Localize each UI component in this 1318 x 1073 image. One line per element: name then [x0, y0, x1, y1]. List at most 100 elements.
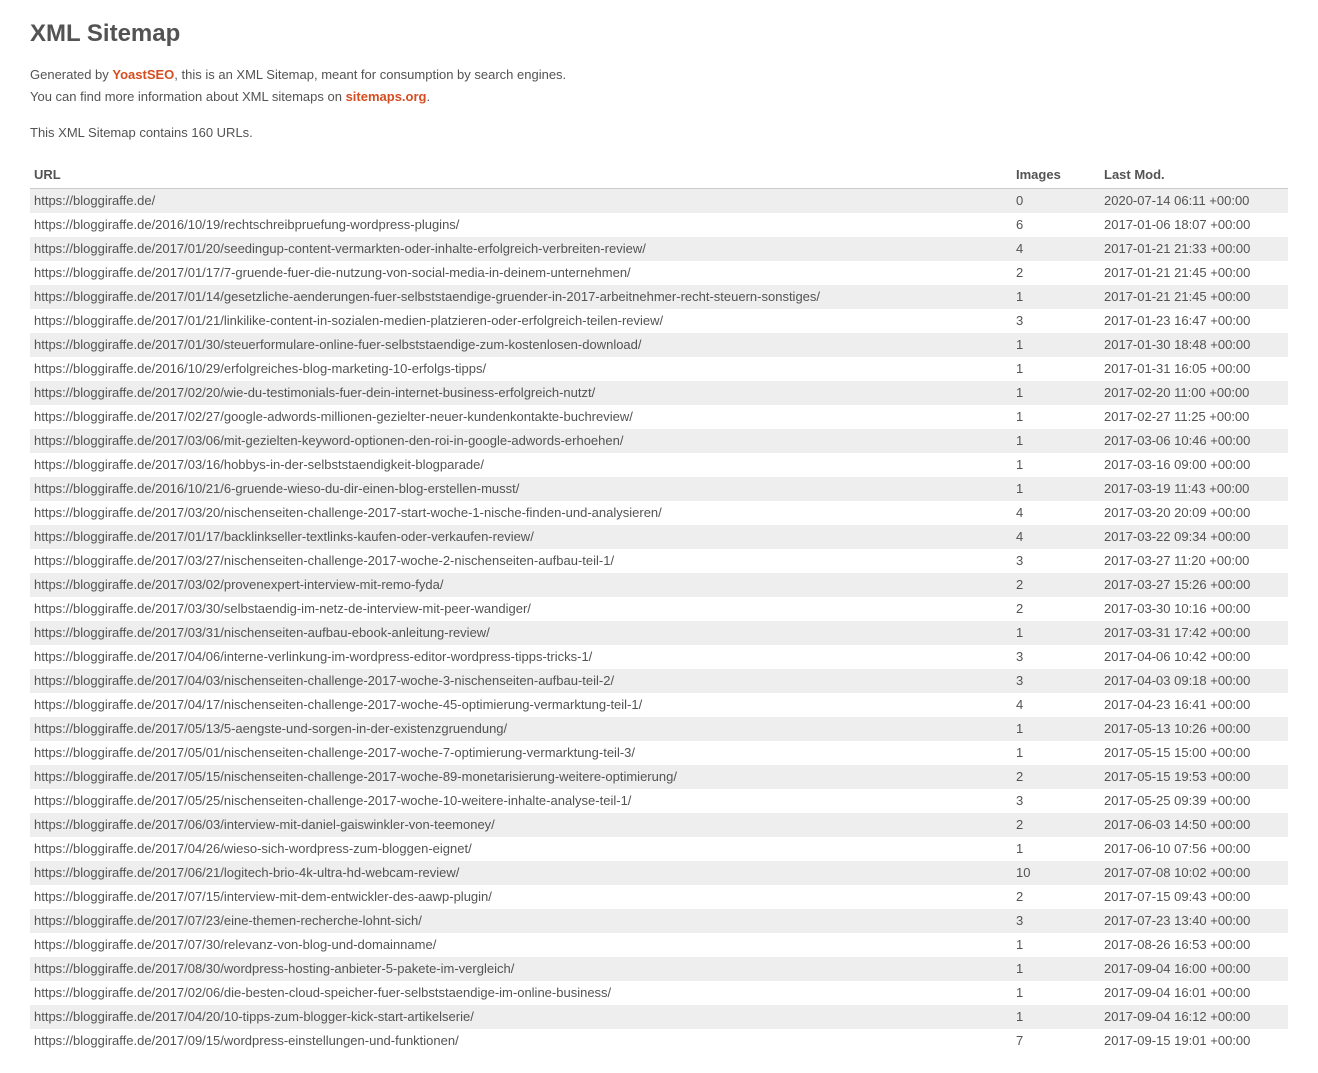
lastmod-cell: 2017-03-30 10:16 +00:00 — [1100, 597, 1288, 621]
sitemap-url-link[interactable]: https://bloggiraffe.de/2017/01/21/linkil… — [34, 313, 663, 328]
sitemap-url-link[interactable]: https://bloggiraffe.de/2017/01/30/steuer… — [34, 337, 642, 352]
sitemap-url-link[interactable]: https://bloggiraffe.de/2017/02/06/die-be… — [34, 985, 611, 1000]
images-cell: 4 — [1012, 501, 1100, 525]
table-row: https://bloggiraffe.de/2017/03/20/nische… — [30, 501, 1288, 525]
table-row: https://bloggiraffe.de/2017/06/03/interv… — [30, 813, 1288, 837]
images-cell: 3 — [1012, 309, 1100, 333]
images-cell: 3 — [1012, 645, 1100, 669]
sitemap-url-link[interactable]: https://bloggiraffe.de/2017/02/20/wie-du… — [34, 385, 595, 400]
table-row: https://bloggiraffe.de/2017/04/06/intern… — [30, 645, 1288, 669]
sitemap-url-link[interactable]: https://bloggiraffe.de/2017/03/30/selbst… — [34, 601, 531, 616]
images-cell: 1 — [1012, 381, 1100, 405]
table-row: https://bloggiraffe.de/2017/04/03/nische… — [30, 669, 1288, 693]
images-cell: 1 — [1012, 453, 1100, 477]
table-row: https://bloggiraffe.de/2017/07/15/interv… — [30, 885, 1288, 909]
images-cell: 4 — [1012, 525, 1100, 549]
sitemap-url-link[interactable]: https://bloggiraffe.de/2017/07/30/releva… — [34, 937, 436, 952]
yoast-link[interactable]: YoastSEO — [112, 67, 174, 82]
images-cell: 6 — [1012, 213, 1100, 237]
sitemap-url-link[interactable]: https://bloggiraffe.de/2017/04/06/intern… — [34, 649, 592, 664]
lastmod-cell: 2017-07-15 09:43 +00:00 — [1100, 885, 1288, 909]
sitemap-url-link[interactable]: https://bloggiraffe.de/2017/08/30/wordpr… — [34, 961, 514, 976]
sitemap-url-link[interactable]: https://bloggiraffe.de/2017/03/31/nische… — [34, 625, 490, 640]
sitemap-url-link[interactable]: https://bloggiraffe.de/2017/01/20/seedin… — [34, 241, 646, 256]
sitemap-url-link[interactable]: https://bloggiraffe.de/2017/04/26/wieso-… — [34, 841, 472, 856]
images-cell: 2 — [1012, 765, 1100, 789]
sitemap-url-link[interactable]: https://bloggiraffe.de/2017/03/27/nische… — [34, 553, 614, 568]
table-row: https://bloggiraffe.de/2017/01/14/gesetz… — [30, 285, 1288, 309]
images-cell: 2 — [1012, 261, 1100, 285]
sitemap-url-link[interactable]: https://bloggiraffe.de/2016/10/21/6-grue… — [34, 481, 519, 496]
table-row: https://bloggiraffe.de/2017/03/16/hobbys… — [30, 453, 1288, 477]
lastmod-cell: 2017-02-20 11:00 +00:00 — [1100, 381, 1288, 405]
lastmod-cell: 2017-01-31 16:05 +00:00 — [1100, 357, 1288, 381]
table-row: https://bloggiraffe.de/2016/10/21/6-grue… — [30, 477, 1288, 501]
lastmod-cell: 2017-07-08 10:02 +00:00 — [1100, 861, 1288, 885]
lastmod-cell: 2017-06-03 14:50 +00:00 — [1100, 813, 1288, 837]
table-row: https://bloggiraffe.de/2017/02/06/die-be… — [30, 981, 1288, 1005]
sitemap-url-link[interactable]: https://bloggiraffe.de/2017/07/15/interv… — [34, 889, 492, 904]
lastmod-cell: 2017-06-10 07:56 +00:00 — [1100, 837, 1288, 861]
lastmod-cell: 2017-03-31 17:42 +00:00 — [1100, 621, 1288, 645]
lastmod-cell: 2017-09-15 19:01 +00:00 — [1100, 1029, 1288, 1053]
table-row: https://bloggiraffe.de/02020-07-14 06:11… — [30, 188, 1288, 213]
sitemap-url-link[interactable]: https://bloggiraffe.de/2017/05/13/5-aeng… — [34, 721, 507, 736]
page-title: XML Sitemap — [30, 20, 1288, 48]
sitemaps-org-link[interactable]: sitemaps.org — [346, 89, 427, 104]
images-cell: 4 — [1012, 237, 1100, 261]
images-cell: 3 — [1012, 549, 1100, 573]
sitemap-url-link[interactable]: https://bloggiraffe.de/2017/01/17/backli… — [34, 529, 534, 544]
sitemap-url-link[interactable]: https://bloggiraffe.de/2016/10/19/rechts… — [34, 217, 459, 232]
table-row: https://bloggiraffe.de/2017/05/25/nische… — [30, 789, 1288, 813]
sitemap-url-link[interactable]: https://bloggiraffe.de/2017/01/14/gesetz… — [34, 289, 820, 304]
sitemap-url-link[interactable]: https://bloggiraffe.de/2017/05/01/nische… — [34, 745, 635, 760]
intro-line-1: Generated by YoastSEO, this is an XML Si… — [30, 66, 1288, 84]
sitemap-url-link[interactable]: https://bloggiraffe.de/2017/09/15/wordpr… — [34, 1033, 459, 1048]
sitemap-url-link[interactable]: https://bloggiraffe.de/2017/04/17/nische… — [34, 697, 642, 712]
table-row: https://bloggiraffe.de/2017/02/27/google… — [30, 405, 1288, 429]
sitemap-url-link[interactable]: https://bloggiraffe.de/2017/03/02/proven… — [34, 577, 443, 592]
sitemap-url-link[interactable]: https://bloggiraffe.de/2017/03/06/mit-ge… — [34, 433, 623, 448]
sitemap-url-link[interactable]: https://bloggiraffe.de/2017/06/03/interv… — [34, 817, 495, 832]
lastmod-cell: 2017-01-23 16:47 +00:00 — [1100, 309, 1288, 333]
lastmod-cell: 2017-07-23 13:40 +00:00 — [1100, 909, 1288, 933]
images-cell: 10 — [1012, 861, 1100, 885]
sitemap-url-link[interactable]: https://bloggiraffe.de/2017/06/21/logite… — [34, 865, 459, 880]
table-row: https://bloggiraffe.de/2017/05/01/nische… — [30, 741, 1288, 765]
images-cell: 1 — [1012, 285, 1100, 309]
lastmod-cell: 2017-04-23 16:41 +00:00 — [1100, 693, 1288, 717]
table-row: https://bloggiraffe.de/2017/04/20/10-tip… — [30, 1005, 1288, 1029]
table-row: https://bloggiraffe.de/2017/07/23/eine-t… — [30, 909, 1288, 933]
table-row: https://bloggiraffe.de/2016/10/19/rechts… — [30, 213, 1288, 237]
intro-line1-rest: , this is an XML Sitemap, meant for cons… — [174, 67, 566, 82]
images-cell: 1 — [1012, 1005, 1100, 1029]
images-cell: 3 — [1012, 669, 1100, 693]
sitemap-url-link[interactable]: https://bloggiraffe.de/2017/04/20/10-tip… — [34, 1009, 474, 1024]
intro-line-2: You can find more information about XML … — [30, 88, 1288, 106]
sitemap-url-link[interactable]: https://bloggiraffe.de/2017/07/23/eine-t… — [34, 913, 422, 928]
sitemap-table: URL Images Last Mod. https://bloggiraffe… — [30, 161, 1288, 1053]
sitemap-url-link[interactable]: https://bloggiraffe.de/2017/04/03/nische… — [34, 673, 614, 688]
lastmod-cell: 2017-09-04 16:00 +00:00 — [1100, 957, 1288, 981]
sitemap-url-link[interactable]: https://bloggiraffe.de/2017/02/27/google… — [34, 409, 633, 424]
images-cell: 1 — [1012, 957, 1100, 981]
sitemap-url-link[interactable]: https://bloggiraffe.de/2017/05/25/nische… — [34, 793, 631, 808]
sitemap-url-link[interactable]: https://bloggiraffe.de/2017/03/20/nische… — [34, 505, 662, 520]
images-cell: 1 — [1012, 981, 1100, 1005]
lastmod-cell: 2017-04-06 10:42 +00:00 — [1100, 645, 1288, 669]
intro-prefix: Generated by — [30, 67, 112, 82]
lastmod-cell: 2017-05-13 10:26 +00:00 — [1100, 717, 1288, 741]
lastmod-cell: 2017-03-16 09:00 +00:00 — [1100, 453, 1288, 477]
lastmod-cell: 2017-09-04 16:12 +00:00 — [1100, 1005, 1288, 1029]
sitemap-url-link[interactable]: https://bloggiraffe.de/2017/05/15/nische… — [34, 769, 677, 784]
sitemap-url-link[interactable]: https://bloggiraffe.de/2016/10/29/erfolg… — [34, 361, 486, 376]
sitemap-url-link[interactable]: https://bloggiraffe.de/2017/03/16/hobbys… — [34, 457, 484, 472]
lastmod-cell: 2017-09-04 16:01 +00:00 — [1100, 981, 1288, 1005]
sitemap-url-link[interactable]: https://bloggiraffe.de/ — [34, 193, 155, 208]
sitemap-url-link[interactable]: https://bloggiraffe.de/2017/01/17/7-grue… — [34, 265, 631, 280]
table-row: https://bloggiraffe.de/2017/05/13/5-aeng… — [30, 717, 1288, 741]
images-cell: 1 — [1012, 477, 1100, 501]
table-row: https://bloggiraffe.de/2017/01/17/7-grue… — [30, 261, 1288, 285]
lastmod-cell: 2017-03-27 15:26 +00:00 — [1100, 573, 1288, 597]
table-row: https://bloggiraffe.de/2017/01/21/linkil… — [30, 309, 1288, 333]
